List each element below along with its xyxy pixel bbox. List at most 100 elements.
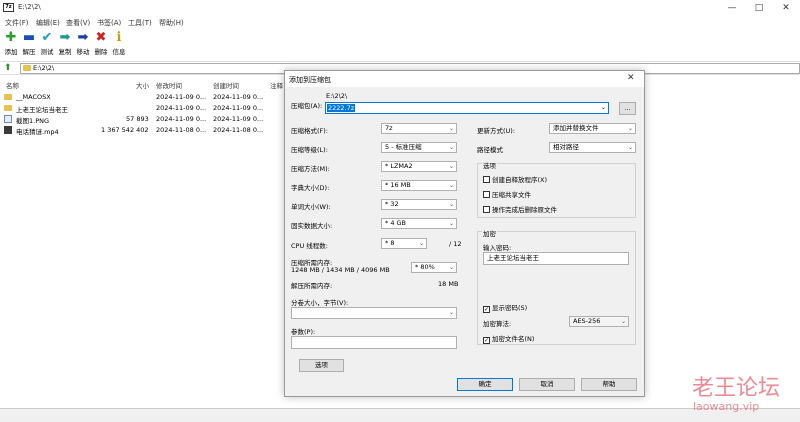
toolbar: ✚ 添加 ▬ 解压 ✔ 测试 ➡ 复制 ➡ 移动 ✖ 删除 ℹ 信息 [0, 29, 800, 59]
window-titlebar: 7z E:\2\2\ — □ ✕ [0, 0, 800, 16]
chevron-down-icon: ⌄ [627, 144, 633, 151]
browse-button[interactable]: ... [619, 102, 636, 115]
extract-button[interactable]: ▬ 解压 [20, 30, 38, 57]
file-created: 2024-11-09 0... [213, 104, 264, 112]
menu-tools[interactable]: 工具(T) [128, 18, 152, 28]
menu-help[interactable]: 帮助(H) [159, 18, 184, 28]
checkbox-icon [483, 191, 490, 198]
delete-label: 删除 [94, 48, 108, 56]
test-button[interactable]: ✔ 测试 [38, 31, 56, 57]
table-row[interactable]: 电话猜谜.mp4 1 367 542 402 2024-11-08 0... 2… [0, 125, 290, 136]
word-select[interactable]: * 32 ⌄ [381, 199, 457, 210]
ok-button[interactable]: 确定 [457, 378, 513, 391]
up-arrow-icon[interactable]: ⬆ [4, 63, 12, 73]
watermark-url: laowang.vip [693, 400, 760, 413]
add-button[interactable]: ✚ 添加 [2, 31, 20, 57]
delete-after-checkbox[interactable]: 操作完成后删除原文件 [483, 204, 557, 214]
format-value: 7z [385, 124, 393, 132]
help-button[interactable]: 帮助 [581, 378, 637, 391]
solid-select[interactable]: * 4 GB ⌄ [381, 218, 457, 229]
delete-icon: ✖ [95, 30, 107, 45]
decomp-value: 18 MB [438, 280, 459, 288]
chevron-down-icon[interactable]: ⌄ [601, 103, 606, 113]
info-icon: ℹ [116, 30, 122, 45]
archive-name-combo[interactable]: 2222.7z ⌄ [325, 102, 609, 114]
window-title: E:\2\2\ [18, 3, 41, 11]
add-to-archive-dialog: 添加到压缩包 ✕ 压缩包(A): E:\2\2\ 2222.7z ⌄ ... 压… [284, 70, 645, 397]
mem-percent-select[interactable]: * 80% ⌄ [411, 262, 457, 273]
file-modified: 2024-11-09 0... [156, 115, 207, 123]
cancel-button[interactable]: 取消 [519, 378, 575, 391]
enc-method-label: 加密算法: [483, 320, 512, 328]
dict-select[interactable]: * 16 MB ⌄ [381, 180, 457, 191]
copy-button[interactable]: ➡ 复制 [56, 30, 74, 57]
menu-edit[interactable]: 编辑(E) [36, 18, 60, 28]
params-label: 参数(P): [291, 328, 316, 336]
update-label: 更新方式(U): [477, 127, 516, 135]
word-value: * 32 [385, 200, 399, 208]
maximize-button[interactable]: □ [749, 2, 769, 14]
enc-method-select[interactable]: AES-256 ⌄ [569, 316, 629, 327]
column-size[interactable]: 大小 [136, 80, 149, 90]
add-label: 添加 [4, 48, 18, 56]
chevron-down-icon: ⌄ [620, 318, 626, 325]
pathmode-label: 路径模式 [477, 146, 503, 154]
image-file-icon [4, 115, 12, 123]
app-icon: 7z [3, 3, 14, 12]
column-comment[interactable]: 注释 [270, 80, 283, 90]
watermark-title: 老王论坛 [692, 376, 781, 401]
folder-icon [4, 94, 12, 100]
chevron-down-icon: ⌄ [448, 201, 454, 208]
encryption-group-title: 加密 [482, 228, 497, 238]
options-button[interactable]: 选项 [299, 359, 344, 372]
file-size: 57 893 [126, 115, 149, 123]
show-password-checkbox[interactable]: ✓ 显示密码(S) [483, 302, 527, 313]
enc-method-value: AES-256 [573, 317, 601, 325]
params-input[interactable] [291, 336, 457, 349]
chevron-down-icon: ⌄ [448, 144, 454, 151]
split-label: 分卷大小，字节(V): [291, 299, 349, 307]
column-created[interactable]: 创建时间 [213, 80, 239, 90]
format-select[interactable]: 7z ⌄ [381, 123, 457, 134]
method-value: * LZMA2 [385, 162, 413, 170]
method-select[interactable]: * LZMA2 ⌄ [381, 161, 457, 172]
password-label: 输入密码: [483, 244, 512, 252]
file-modified: 2024-11-08 0... [156, 126, 207, 134]
chevron-down-icon: ⌄ [627, 125, 633, 132]
close-button[interactable]: ✕ [776, 2, 796, 14]
menu-file[interactable]: 文件(F) [5, 18, 29, 28]
minimize-button[interactable]: — [722, 2, 742, 14]
table-row[interactable]: 上老王论坛当老王 2024-11-09 0... 2024-11-09 0... [0, 103, 290, 114]
decomp-label: 解压所需内存: [291, 282, 333, 290]
menu-view[interactable]: 查看(V) [66, 18, 90, 28]
threads-select[interactable]: * 8 ⌄ [381, 238, 427, 249]
level-select[interactable]: 5 - 标准压缩 ⌄ [381, 142, 457, 153]
table-row[interactable]: __MACOSX 2024-11-09 0... 2024-11-09 0... [0, 92, 290, 103]
show-password-label: 显示密码(S) [492, 304, 528, 312]
password-input[interactable]: 上老王论坛当老王 [483, 252, 629, 265]
move-button[interactable]: ➡ 移动 [74, 30, 92, 57]
sfx-checkbox[interactable]: 创建自释放程序(X) [483, 174, 547, 184]
dialog-close-button[interactable]: ✕ [627, 73, 635, 83]
column-modified[interactable]: 修改时间 [156, 80, 182, 90]
minus-icon: ▬ [22, 30, 36, 45]
delete-button[interactable]: ✖ 删除 [92, 30, 110, 57]
shared-checkbox[interactable]: 压缩共享文件 [483, 189, 531, 199]
chevron-down-icon: ⌄ [448, 220, 454, 227]
menu-bookmarks[interactable]: 书签(A) [97, 18, 121, 28]
table-row[interactable]: 截图1.PNG 57 893 2024-11-09 0... 2024-11-0… [0, 114, 290, 125]
archive-path: E:\2\2\ [326, 92, 348, 100]
file-size: 1 367 542 402 [101, 126, 149, 134]
pathmode-select[interactable]: 相对路径 ⌄ [549, 142, 636, 153]
arrow-right-icon: ➡ [59, 30, 71, 45]
update-select[interactable]: 添加并替换文件 ⌄ [549, 123, 636, 134]
level-label: 压缩等级(L): [291, 146, 328, 154]
info-button[interactable]: ℹ 信息 [110, 30, 128, 57]
split-combo[interactable]: ⌄ [291, 307, 457, 319]
format-label: 压缩格式(F): [291, 127, 329, 135]
column-name[interactable]: 名称 [6, 80, 19, 90]
arrow-right-icon: ➡ [77, 30, 89, 45]
dict-value: * 16 MB [385, 181, 411, 189]
chevron-down-icon: ⌄ [448, 163, 454, 170]
encrypt-names-checkbox[interactable]: ✓ 加密文件名(N) [483, 333, 534, 344]
